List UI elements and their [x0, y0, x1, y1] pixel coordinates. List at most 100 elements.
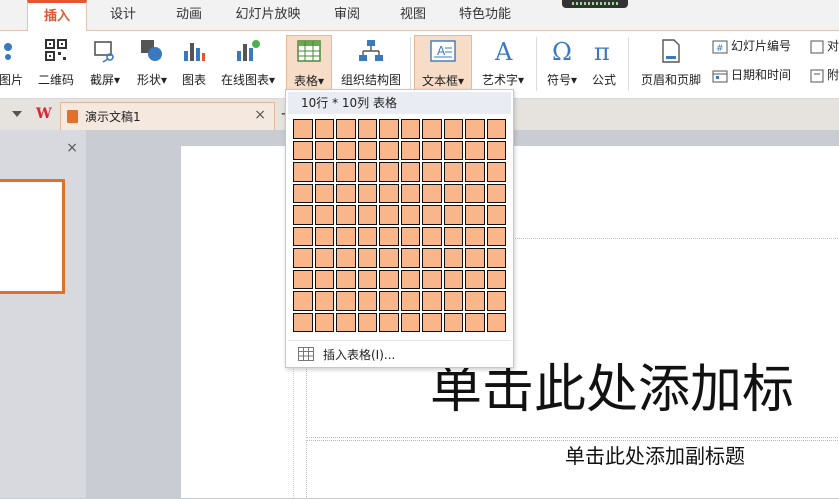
table-grid-cell[interactable]: [379, 205, 399, 225]
table-grid-cell[interactable]: [293, 248, 313, 268]
wps-logo[interactable]: W: [36, 106, 52, 122]
table-grid-cell[interactable]: [465, 226, 485, 246]
table-grid-cell[interactable]: [314, 162, 334, 182]
table-grid-cell[interactable]: [357, 162, 377, 182]
table-grid-cell[interactable]: [443, 140, 463, 160]
table-grid-cell[interactable]: [400, 140, 420, 160]
table-grid-cell[interactable]: [465, 291, 485, 311]
table-grid-cell[interactable]: [486, 140, 506, 160]
table-grid-cell[interactable]: [443, 312, 463, 332]
table-grid-cell[interactable]: [465, 205, 485, 225]
table-grid-cell[interactable]: [465, 269, 485, 289]
table-grid-cell[interactable]: [314, 183, 334, 203]
table-grid-cell[interactable]: [293, 183, 313, 203]
formula-button[interactable]: π 公式: [586, 35, 622, 93]
table-grid-cell[interactable]: [293, 119, 313, 139]
table-grid-cell[interactable]: [357, 205, 377, 225]
table-grid-cell[interactable]: [293, 312, 313, 332]
shape-button[interactable]: 形状▾: [130, 35, 174, 93]
table-grid-cell[interactable]: [443, 119, 463, 139]
table-grid-cell[interactable]: [400, 183, 420, 203]
table-grid-cell[interactable]: [314, 226, 334, 246]
table-grid-cell[interactable]: [336, 226, 356, 246]
table-grid-cell[interactable]: [443, 226, 463, 246]
slide-number-button[interactable]: # 幻灯片编号: [712, 36, 791, 56]
table-grid-cell[interactable]: [314, 119, 334, 139]
close-pane-icon[interactable]: ×: [66, 140, 78, 156]
table-grid-cell[interactable]: [379, 183, 399, 203]
table-grid-cell[interactable]: [422, 248, 442, 268]
table-grid-cell[interactable]: [314, 205, 334, 225]
table-grid-cell[interactable]: [357, 269, 377, 289]
tab-slideshow[interactable]: 幻灯片放映: [226, 0, 310, 30]
table-grid-cell[interactable]: [314, 312, 334, 332]
table-grid-cell[interactable]: [486, 269, 506, 289]
table-grid-cell[interactable]: [400, 248, 420, 268]
table-grid-cell[interactable]: [293, 162, 313, 182]
table-grid-cell[interactable]: [443, 248, 463, 268]
table-grid-cell[interactable]: [400, 119, 420, 139]
table-grid-cell[interactable]: [465, 140, 485, 160]
table-grid-cell[interactable]: [336, 248, 356, 268]
table-grid-cell[interactable]: [357, 183, 377, 203]
table-grid-cell[interactable]: [357, 291, 377, 311]
tab-view[interactable]: 视图: [386, 0, 440, 30]
table-grid-cell[interactable]: [422, 205, 442, 225]
table-grid-cell[interactable]: [400, 269, 420, 289]
table-grid-cell[interactable]: [293, 291, 313, 311]
org-chart-button[interactable]: 组织结构图: [336, 35, 406, 93]
table-grid-cell[interactable]: [314, 248, 334, 268]
table-grid-cell[interactable]: [379, 269, 399, 289]
document-tab[interactable]: 演示文稿1 ×: [60, 102, 275, 130]
table-grid-cell[interactable]: [400, 291, 420, 311]
online-chart-button[interactable]: 在线图表▾: [214, 35, 282, 93]
table-grid-cell[interactable]: [465, 248, 485, 268]
table-grid-cell[interactable]: [422, 140, 442, 160]
picture-button[interactable]: 图片: [0, 35, 28, 93]
tab-insert[interactable]: 插入: [27, 0, 87, 31]
table-grid-cell[interactable]: [357, 119, 377, 139]
table-grid-cell[interactable]: [293, 269, 313, 289]
table-grid-cell[interactable]: [379, 162, 399, 182]
table-grid-cell[interactable]: [314, 291, 334, 311]
table-grid-cell[interactable]: [465, 162, 485, 182]
header-footer-button[interactable]: 页眉和页脚: [636, 35, 706, 93]
table-grid-cell[interactable]: [336, 140, 356, 160]
symbol-button[interactable]: Ω 符号▾: [540, 35, 584, 93]
table-grid-cell[interactable]: [465, 119, 485, 139]
table-grid-cell[interactable]: [422, 269, 442, 289]
table-grid-cell[interactable]: [443, 183, 463, 203]
textbox-button[interactable]: A 文本框▾: [414, 35, 472, 93]
table-grid-cell[interactable]: [443, 291, 463, 311]
table-grid-cell[interactable]: [379, 119, 399, 139]
table-grid-cell[interactable]: [357, 140, 377, 160]
table-grid-cell[interactable]: [293, 226, 313, 246]
table-grid-cell[interactable]: [293, 205, 313, 225]
table-grid-cell[interactable]: [379, 248, 399, 268]
chart-button[interactable]: 图表: [178, 35, 210, 93]
table-grid-cell[interactable]: [486, 183, 506, 203]
tab-special-features[interactable]: 特色功能: [450, 0, 520, 30]
tab-animation[interactable]: 动画: [162, 0, 216, 30]
table-grid-cell[interactable]: [336, 183, 356, 203]
table-grid-cell[interactable]: [422, 291, 442, 311]
table-grid-cell[interactable]: [486, 205, 506, 225]
close-tab-icon[interactable]: ×: [254, 107, 266, 123]
table-size-grid[interactable]: [292, 118, 507, 333]
tab-review[interactable]: 审阅: [320, 0, 374, 30]
table-grid-cell[interactable]: [336, 269, 356, 289]
table-grid-cell[interactable]: [486, 226, 506, 246]
table-grid-cell[interactable]: [379, 291, 399, 311]
table-grid-cell[interactable]: [443, 269, 463, 289]
table-grid-cell[interactable]: [400, 205, 420, 225]
table-grid-cell[interactable]: [314, 269, 334, 289]
table-grid-cell[interactable]: [465, 183, 485, 203]
table-grid-cell[interactable]: [422, 226, 442, 246]
slide-thumbnail[interactable]: [0, 179, 65, 294]
table-grid-cell[interactable]: [357, 226, 377, 246]
table-grid-cell[interactable]: [379, 312, 399, 332]
object-button[interactable]: 对: [810, 36, 839, 56]
table-grid-cell[interactable]: [422, 312, 442, 332]
table-grid-cell[interactable]: [486, 248, 506, 268]
table-grid-cell[interactable]: [400, 162, 420, 182]
